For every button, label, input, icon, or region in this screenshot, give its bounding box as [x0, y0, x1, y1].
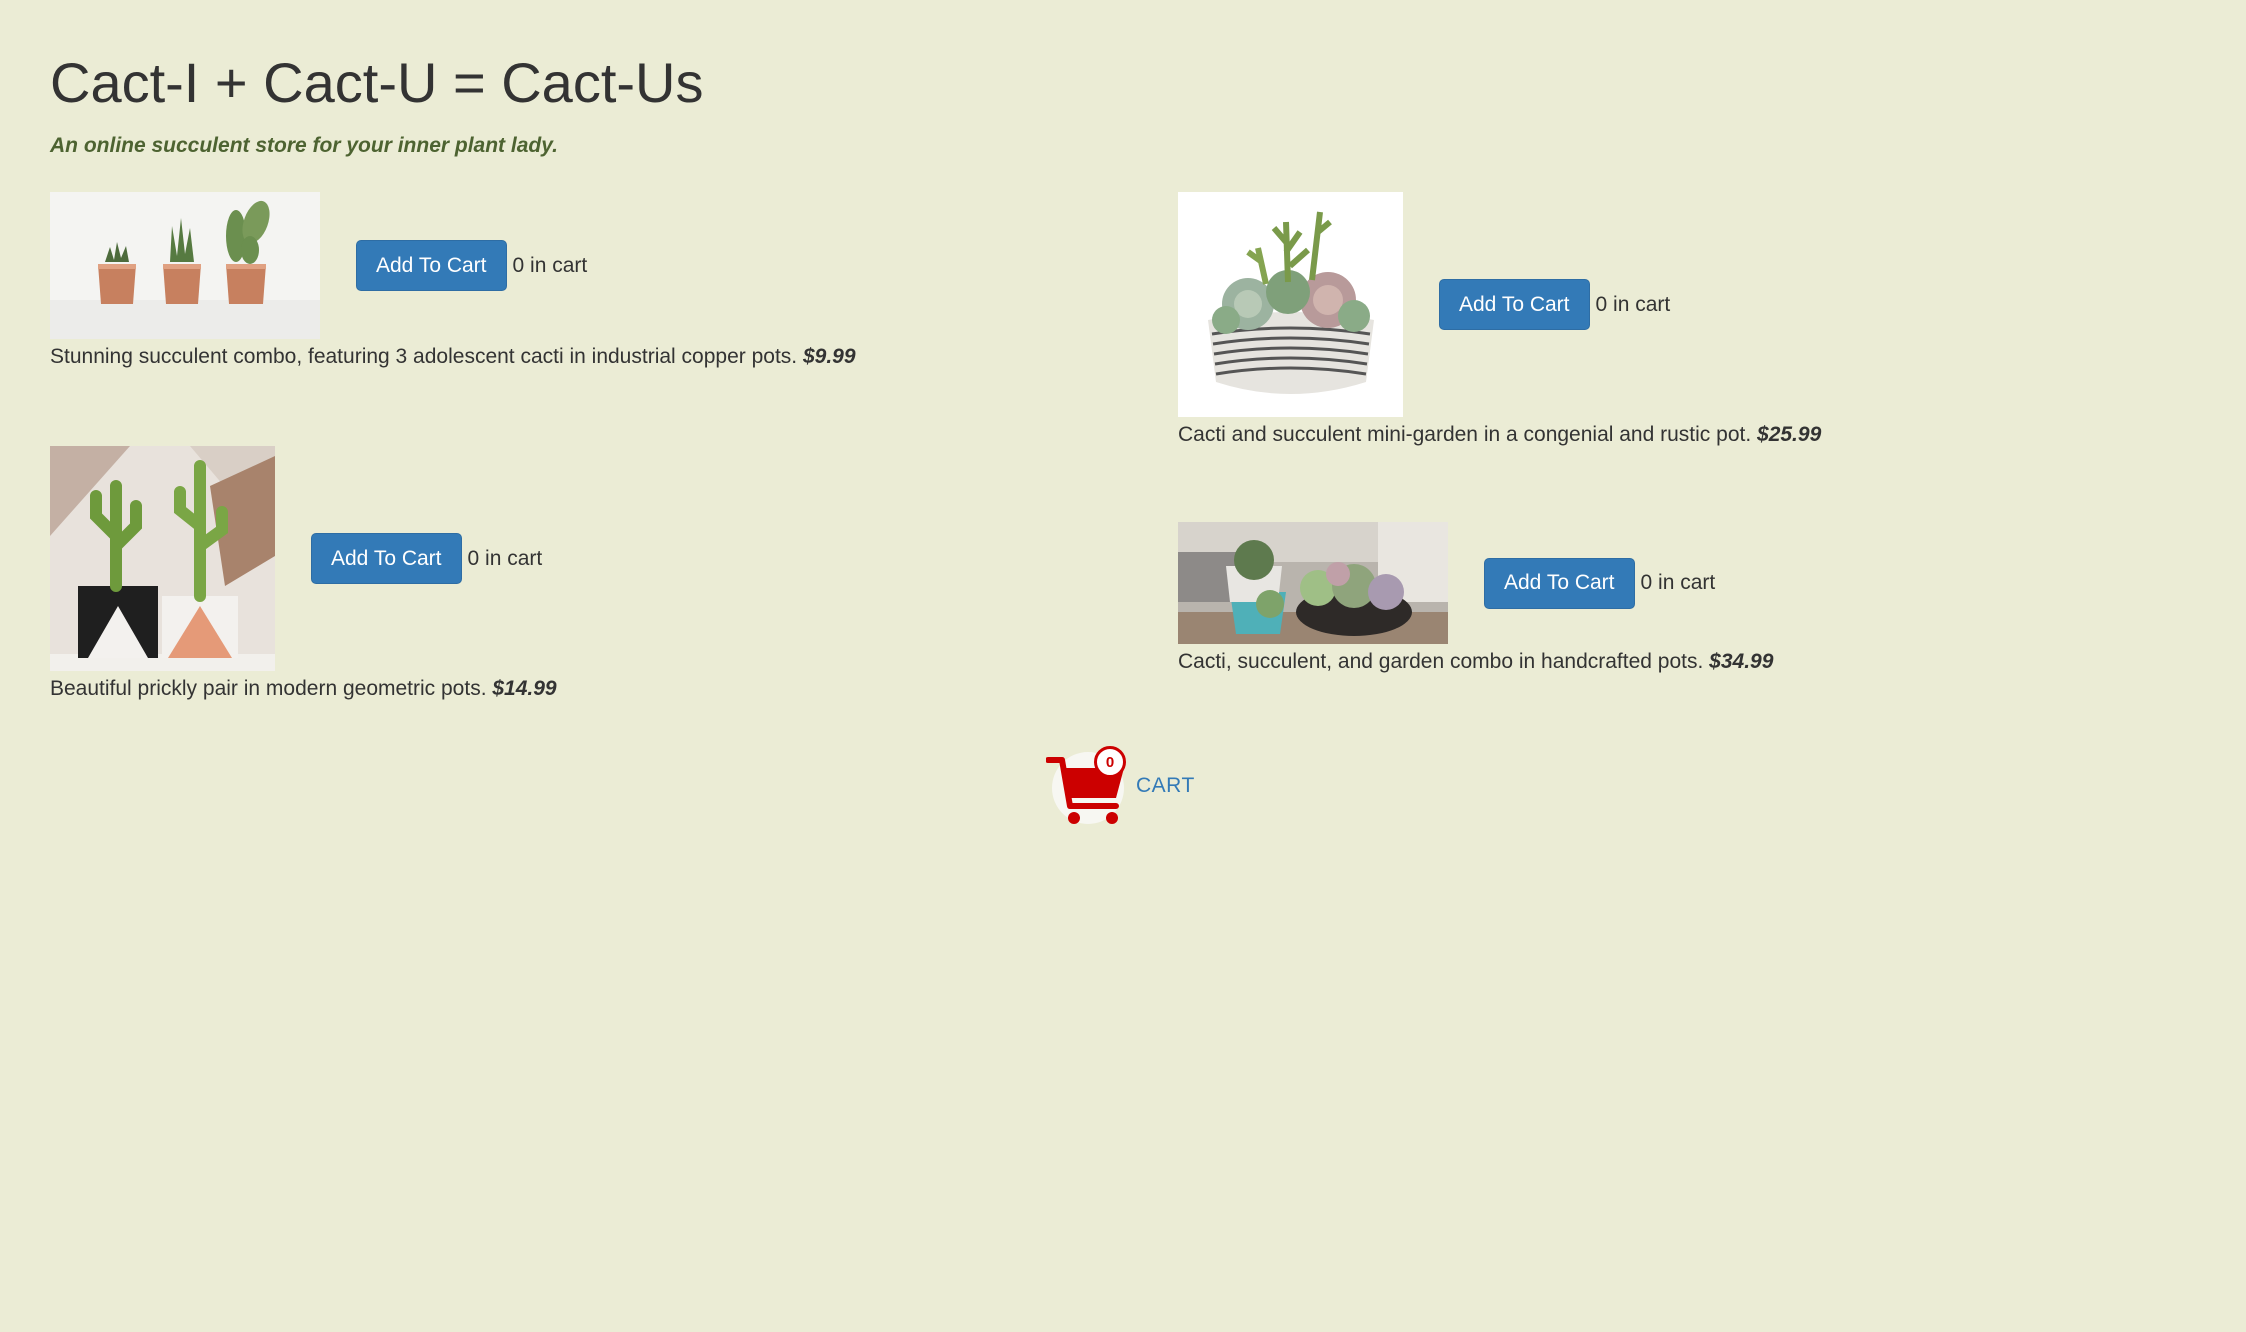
product-description: Cacti, succulent, and garden combo in ha…	[1178, 650, 1773, 674]
product-price: $25.99	[1757, 423, 1822, 446]
store-tagline: An online succulent store for your inner…	[50, 134, 558, 157]
cart-count-label: 0 in cart	[512, 253, 588, 277]
add-to-cart-button[interactable]: Add To Cart	[1439, 279, 1590, 330]
cart-count-label: 0 in cart	[1640, 571, 1716, 594]
shopping-cart-icon[interactable]: 0	[1045, 746, 1132, 826]
product-price: $9.99	[802, 345, 856, 368]
add-to-cart-button[interactable]: Add To Cart	[311, 533, 462, 584]
cart-count-label: 0 in cart	[467, 546, 543, 570]
page-title: Cact-I + Cact-U = Cact-Us	[50, 51, 704, 114]
product-price: $14.99	[492, 677, 557, 700]
description-text: Cacti, succulent, and garden combo in ha…	[1178, 650, 1704, 673]
product-card: Add To Cart 0 in cart Cacti and succulen…	[1178, 192, 1821, 447]
add-to-cart-button[interactable]: Add To Cart	[1484, 557, 1635, 609]
product-image-handcrafted-pots	[1178, 522, 1448, 644]
product-card: Add To Cart 0 in cart Beautiful prickly …	[50, 446, 557, 701]
product-image-geometric-pots	[50, 446, 275, 671]
cart-link[interactable]: 0 CART	[1045, 746, 1195, 826]
cart-count-badge: 0	[1094, 746, 1126, 778]
description-text: Cacti and succulent mini-garden in a con…	[1178, 423, 1752, 446]
add-to-cart-button[interactable]: Add To Cart	[356, 240, 507, 291]
product-price: $34.99	[1709, 650, 1774, 673]
cart-count-label: 0 in cart	[1595, 292, 1671, 316]
product-description: Beautiful prickly pair in modern geometr…	[50, 677, 557, 701]
product-image-mini-garden	[1178, 192, 1403, 417]
description-text: Beautiful prickly pair in modern geometr…	[50, 677, 487, 700]
cart-label[interactable]: CART	[1136, 774, 1195, 798]
product-image-copper-cacti	[50, 192, 320, 339]
product-description: Cacti and succulent mini-garden in a con…	[1178, 423, 1821, 447]
product-description: Stunning succulent combo, featuring 3 ad…	[50, 345, 856, 369]
product-card: Add To Cart 0 in cart Cacti, succulent, …	[1178, 522, 1773, 674]
description-text: Stunning succulent combo, featuring 3 ad…	[50, 345, 798, 368]
product-card: Add To Cart 0 in cart Stunning succulent…	[50, 192, 856, 369]
